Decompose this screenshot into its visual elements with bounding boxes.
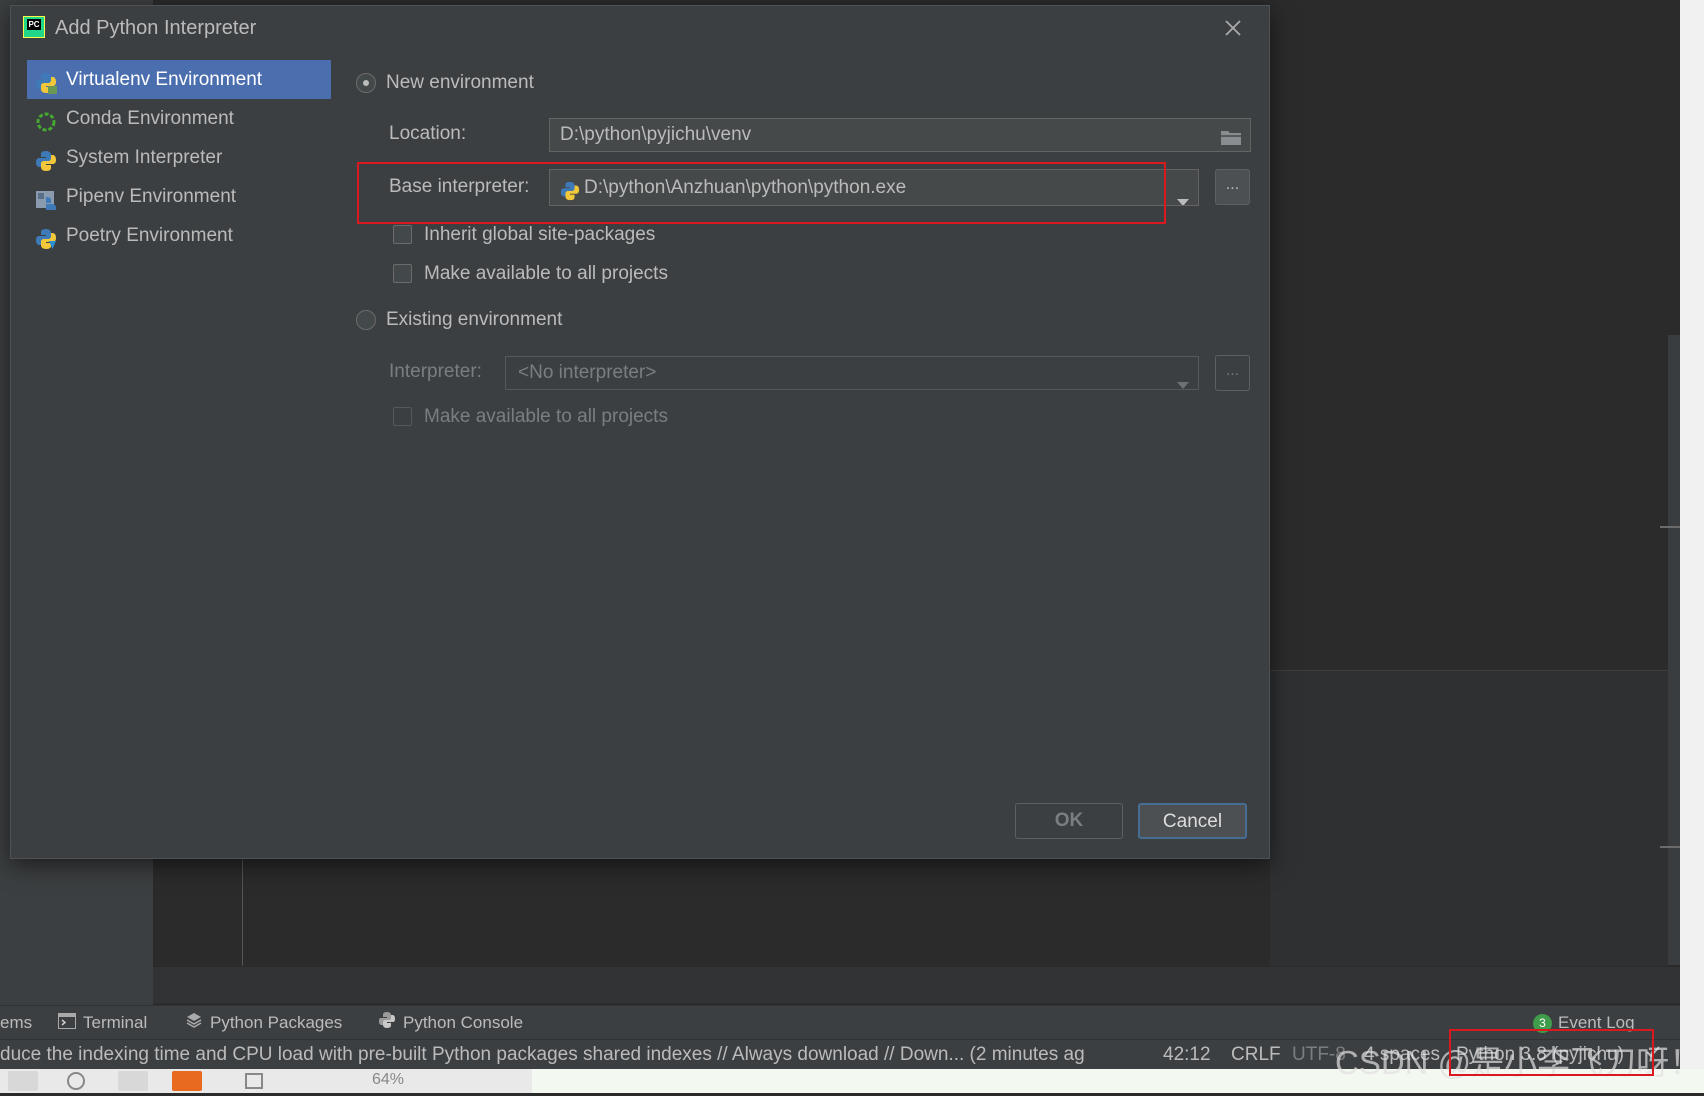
layers-icon <box>185 1007 203 1041</box>
poetry-icon <box>35 225 57 249</box>
play-button[interactable] <box>172 1071 202 1091</box>
browse-label: ... <box>1225 176 1240 193</box>
make-available-checkbox[interactable] <box>393 264 412 283</box>
pycharm-logo-icon: PC <box>23 16 45 38</box>
base-interpreter-browse-button[interactable]: ... <box>1215 169 1250 205</box>
zoom-level[interactable]: 64% <box>372 1069 404 1091</box>
sidebar-item-label: Conda Environment <box>66 108 234 129</box>
inherit-site-packages-label: Inherit global site-packages <box>424 224 656 245</box>
chevron-down-icon[interactable] <box>1176 184 1190 205</box>
scrollbar-marker <box>1660 846 1680 848</box>
editor-gutter-line <box>242 850 243 968</box>
existing-environment-radio[interactable] <box>356 310 376 330</box>
sidebar-item-system[interactable]: System Interpreter <box>27 138 331 177</box>
inherit-site-packages-checkbox[interactable] <box>393 225 412 244</box>
tool-tab-problems-label: ems <box>0 1013 33 1032</box>
terminal-label: Terminal <box>83 1013 148 1032</box>
python-icon <box>560 178 580 205</box>
sidebar-item-label: System Interpreter <box>66 147 223 168</box>
toolbar-button[interactable] <box>8 1071 38 1091</box>
scrollbar-marker <box>1660 526 1680 528</box>
event-log-label: Event Log <box>1558 1013 1635 1032</box>
new-environment-label: New environment <box>386 72 534 93</box>
existing-interpreter-combo[interactable]: <No interpreter> <box>505 356 1199 390</box>
sidebar-item-virtualenv[interactable]: Virtualenv Environment <box>27 60 331 99</box>
event-log-count: 3 <box>1539 1016 1546 1031</box>
sidebar-item-label: Poetry Environment <box>66 225 233 246</box>
close-icon <box>1225 20 1241 36</box>
python-icon <box>378 1007 396 1041</box>
base-interpreter-combo[interactable]: D:\python\Anzhuan\python\python.exe <box>549 169 1199 206</box>
new-environment-radio[interactable] <box>356 73 376 93</box>
existing-make-available-checkbox[interactable] <box>393 407 412 426</box>
existing-environment-label: Existing environment <box>386 309 563 330</box>
python-icon <box>35 147 57 171</box>
pipenv-icon <box>35 186 57 210</box>
sidebar-item-label: Virtualenv Environment <box>66 69 263 90</box>
python-console-label: Python Console <box>403 1013 524 1032</box>
sidebar-item-pipenv[interactable]: Pipenv Environment <box>27 177 331 216</box>
browse-label: ... <box>1225 362 1240 379</box>
base-interpreter-label: Base interpreter: <box>389 176 530 197</box>
event-log-button[interactable]: 3 Event Log <box>1533 1006 1635 1040</box>
terminal-icon <box>58 1007 76 1041</box>
existing-interpreter-browse-button[interactable]: ... <box>1215 355 1250 391</box>
conda-icon <box>35 108 57 132</box>
bottom-toolbar: 64% <box>0 1069 532 1093</box>
virtualenv-icon <box>35 69 57 94</box>
python-packages-label: Python Packages <box>210 1013 343 1032</box>
editor-lower-panel <box>1270 670 1668 967</box>
tool-tab-python-console[interactable]: Python Console <box>378 1006 523 1040</box>
sidebar-item-label: Pipenv Environment <box>66 186 237 207</box>
interpreter-label: Interpreter: <box>389 361 482 382</box>
line-separator[interactable]: CRLF <box>1231 1040 1281 1070</box>
folder-icon[interactable] <box>1220 125 1242 151</box>
record-icon[interactable] <box>62 1071 92 1091</box>
calendar-icon[interactable] <box>240 1071 270 1091</box>
ok-button[interactable]: OK <box>1015 803 1123 839</box>
existing-make-available-label: Make available to all projects <box>424 406 668 427</box>
location-value: D:\python\pyjichu\venv <box>560 124 752 145</box>
caret-position[interactable]: 42:12 <box>1163 1040 1211 1070</box>
chevron-down-icon[interactable] <box>1176 369 1190 389</box>
close-button[interactable] <box>1219 14 1247 42</box>
toolbar-button[interactable] <box>118 1071 148 1091</box>
add-python-interpreter-dialog: PC Add Python Interpreter Virtualenv Env… <box>10 5 1270 859</box>
location-field[interactable]: D:\python\pyjichu\venv <box>549 118 1251 152</box>
watermark: CSDN @是小李飞刀呀！ <box>1335 1044 1703 1081</box>
base-interpreter-value: D:\python\Anzhuan\python\python.exe <box>584 177 907 198</box>
environment-type-list: Virtualenv Environment Conda Environment… <box>27 60 331 255</box>
window-edge <box>1680 0 1704 1093</box>
make-available-label: Make available to all projects <box>424 263 668 284</box>
sidebar-item-conda[interactable]: Conda Environment <box>27 99 331 138</box>
event-log-badge: 3 <box>1533 1014 1552 1034</box>
tool-window-bar: ems Terminal Python Packages Python Cons… <box>0 1005 1680 1040</box>
existing-interpreter-value: <No interpreter> <box>518 362 657 383</box>
cancel-label: Cancel <box>1162 811 1223 832</box>
tool-tab-python-packages[interactable]: Python Packages <box>185 1006 342 1040</box>
status-message[interactable]: duce the indexing time and CPU load with… <box>0 1040 1130 1070</box>
dialog-title-bar[interactable]: PC Add Python Interpreter <box>11 6 1269 50</box>
ok-label: OK <box>1054 810 1084 831</box>
location-label: Location: <box>389 123 467 144</box>
sidebar-item-poetry[interactable]: Poetry Environment <box>27 216 331 255</box>
tool-tab-terminal[interactable]: Terminal <box>58 1006 147 1040</box>
editor-scrollbar[interactable] <box>1668 335 1680 965</box>
dialog-title: Add Python Interpreter <box>55 17 257 39</box>
cancel-button[interactable]: Cancel <box>1138 803 1247 839</box>
editor-bottom-area <box>153 966 1680 1003</box>
tool-tab-problems[interactable]: ems <box>0 1006 32 1040</box>
